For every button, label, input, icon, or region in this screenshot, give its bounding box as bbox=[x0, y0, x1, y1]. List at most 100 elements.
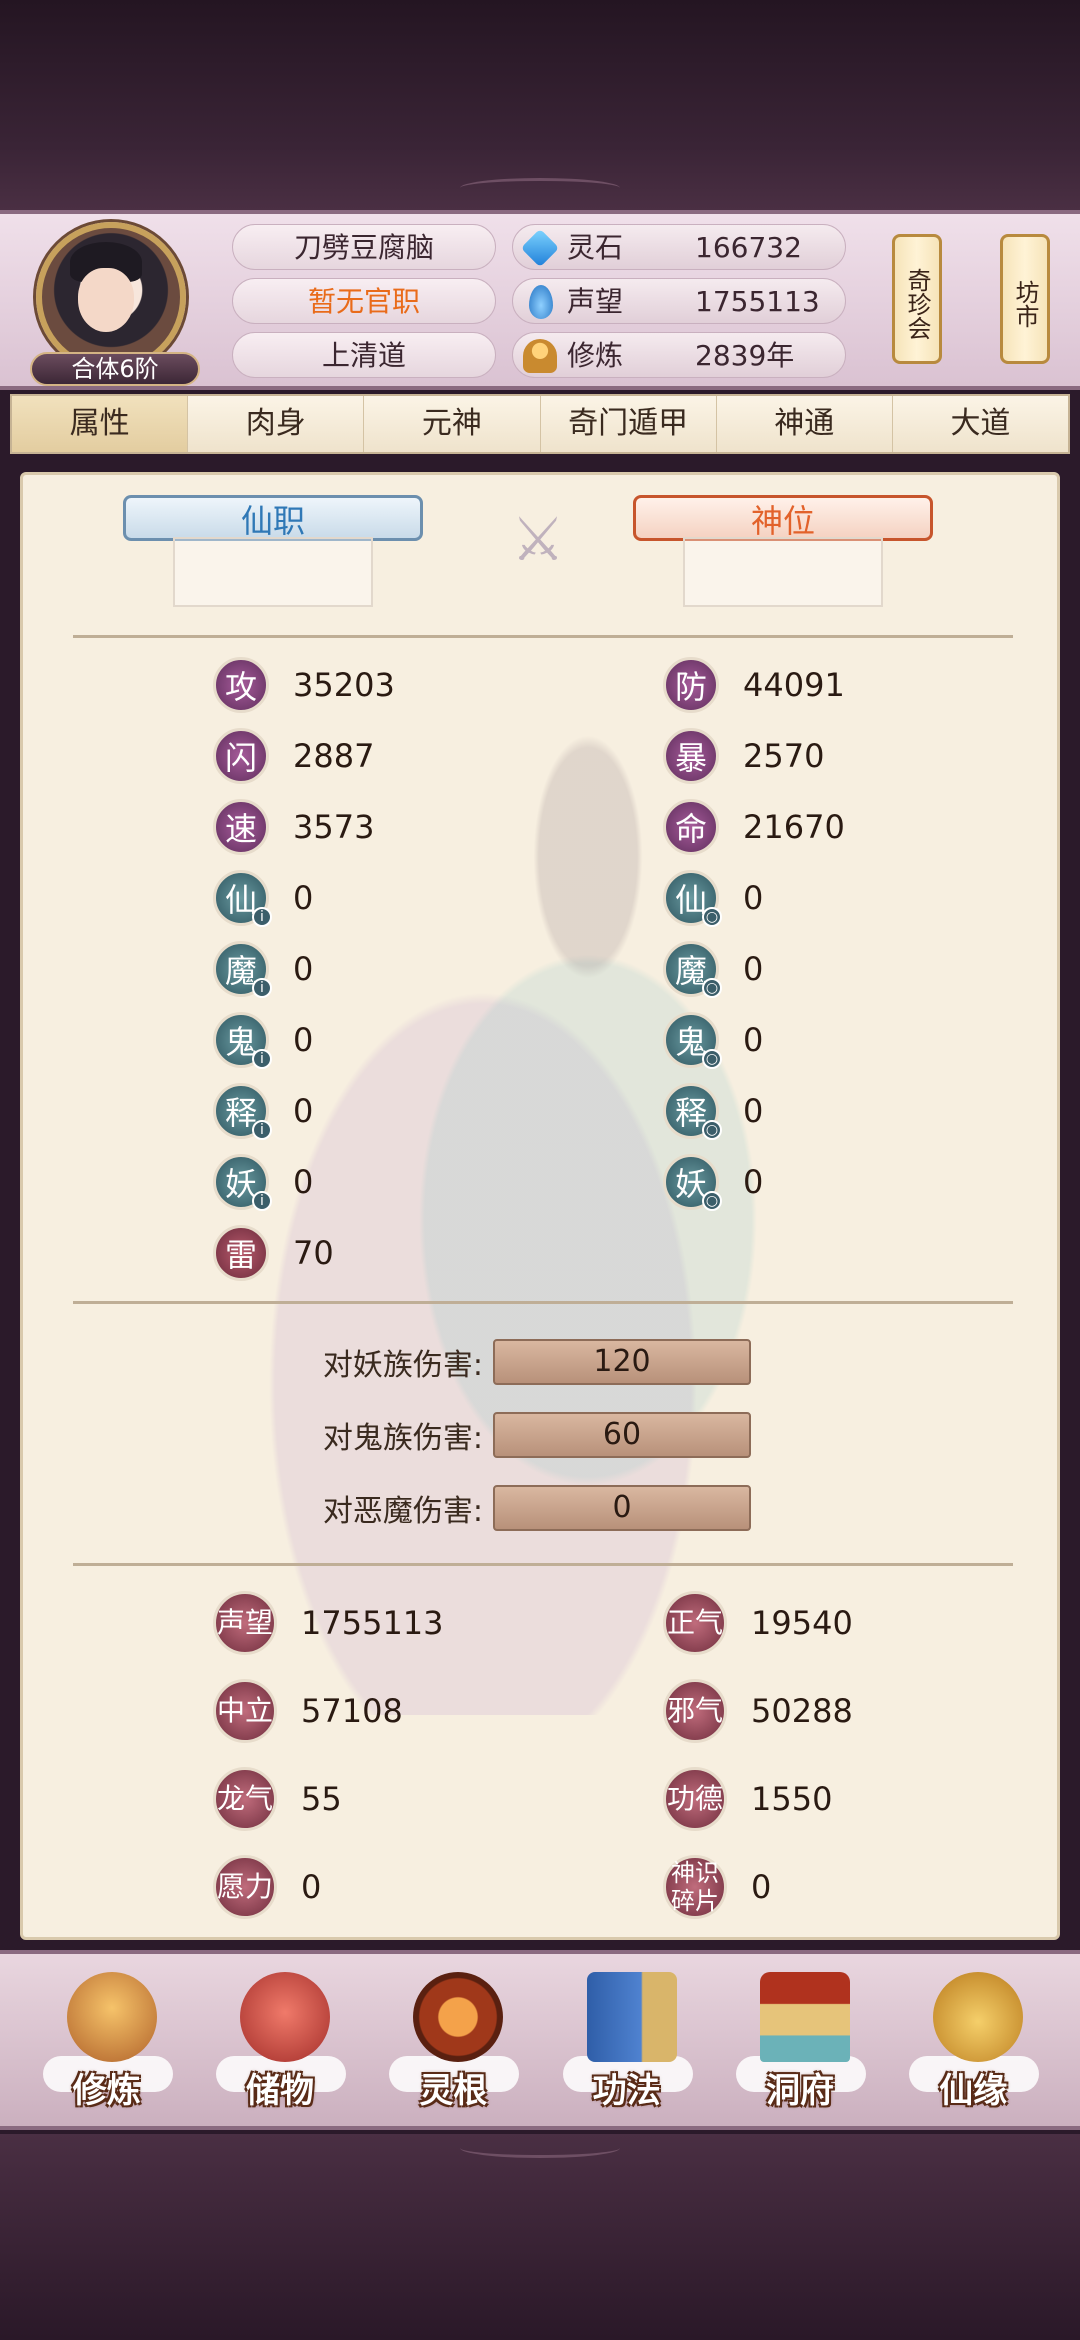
stat-value: 21670 bbox=[743, 808, 845, 846]
rep-vow: 愿力 0 bbox=[213, 1855, 321, 1919]
rep-dragon: 龙气 55 bbox=[213, 1767, 342, 1831]
rep-merit: 功德 1550 bbox=[663, 1767, 832, 1831]
stat-value: 0 bbox=[293, 1092, 314, 1130]
damage-vs-ghost-row: 对鬼族伤害: 60 bbox=[173, 1410, 751, 1460]
shield-dot-icon[interactable]: ○ bbox=[702, 907, 722, 927]
nav-storage[interactable]: 储物 bbox=[200, 1962, 360, 2112]
stat-value: 44091 bbox=[743, 666, 845, 704]
divider bbox=[73, 1301, 1013, 1304]
info-dot-icon[interactable]: i bbox=[252, 907, 272, 927]
divine-rank-box[interactable]: 神位 bbox=[633, 495, 933, 607]
shield-dot-icon[interactable]: ○ bbox=[702, 1191, 722, 1211]
gourd-icon bbox=[933, 1972, 1024, 2062]
tab-soul[interactable]: 元神 bbox=[364, 396, 541, 452]
nav-techniques[interactable]: 功法 bbox=[547, 1962, 707, 2112]
nav-cave-dwelling[interactable]: 洞府 bbox=[720, 1962, 880, 2112]
stat-buddha-defense: 释 ○ 0 bbox=[663, 1083, 764, 1140]
tab-attributes[interactable]: 属性 bbox=[12, 396, 189, 452]
immortal-post-title: 仙职 bbox=[123, 495, 423, 541]
stat-value: 35203 bbox=[293, 666, 395, 704]
stat-value: 0 bbox=[743, 1163, 764, 1201]
stat-value: 0 bbox=[293, 950, 314, 988]
resource-value: 166732 bbox=[695, 231, 802, 264]
bottom-ornament bbox=[460, 2138, 620, 2158]
dragon-qi-icon: 龙气 bbox=[213, 1767, 277, 1831]
divine-rank-title: 神位 bbox=[633, 495, 933, 541]
stat-thunder: 雷 70 bbox=[213, 1225, 334, 1281]
book-icon bbox=[586, 1972, 677, 2062]
thunder-icon: 雷 bbox=[213, 1225, 269, 1281]
damage-value: 120 bbox=[493, 1339, 751, 1385]
nav-cultivate[interactable]: 修炼 bbox=[27, 1962, 187, 2112]
ghost-attack-icon: 鬼i bbox=[213, 1012, 272, 1069]
stat-value: 1755113 bbox=[301, 1604, 444, 1642]
shield-dot-icon[interactable]: ○ bbox=[702, 978, 722, 998]
dodge-icon: 闪 bbox=[213, 728, 269, 784]
neutral-icon: 中立 bbox=[213, 1679, 277, 1743]
nav-spirit-root[interactable]: 灵根 bbox=[373, 1962, 533, 2112]
stat-value: 0 bbox=[743, 950, 764, 988]
stat-immortal-defense: 仙 ○ 0 bbox=[663, 870, 763, 927]
ghost-defense-icon: 鬼 ○ bbox=[663, 1012, 722, 1069]
stat-value: 2887 bbox=[293, 737, 375, 775]
nav-label: 修炼 bbox=[72, 2071, 141, 2111]
immortal-attack-icon: 仙i bbox=[213, 870, 272, 927]
rank-badge: 合体6阶 bbox=[30, 352, 200, 386]
crit-icon: 暴 bbox=[663, 728, 719, 784]
divider bbox=[73, 635, 1013, 638]
tab-qimen[interactable]: 奇门遁甲 bbox=[541, 396, 717, 452]
stat-value: 0 bbox=[743, 1092, 764, 1130]
monk-icon bbox=[66, 1972, 157, 2062]
evil-icon: 邪气 bbox=[663, 1679, 727, 1743]
bazaar-button[interactable]: 坊市 bbox=[1000, 234, 1050, 364]
spirit-root-icon bbox=[413, 1972, 504, 2062]
info-dot-icon[interactable]: i bbox=[252, 978, 272, 998]
crossed-swords-icon: ⚔ bbox=[511, 505, 565, 575]
avatar-frame[interactable]: 合体6阶 bbox=[30, 222, 200, 386]
stat-hp: 命 21670 bbox=[663, 799, 845, 855]
tab-dao[interactable]: 大道 bbox=[893, 396, 1068, 452]
attack-icon: 攻 bbox=[213, 657, 269, 713]
resource-value: 1755113 bbox=[695, 285, 820, 318]
attributes-panel: 仙职 ⚔ 神位 攻 35203 闪 2887 速 3573 仙i 0 魔i 0 … bbox=[20, 472, 1060, 1940]
tab-body[interactable]: 肉身 bbox=[188, 396, 365, 452]
divider bbox=[73, 1563, 1013, 1566]
character-header: 合体6阶 刀劈豆腐脑 暂无官职 上清道 灵石 166732 声望 1755113… bbox=[0, 210, 1080, 390]
stat-value: 0 bbox=[751, 1868, 772, 1906]
nav-label: 功法 bbox=[592, 2071, 661, 2111]
stat-value: 0 bbox=[743, 1021, 764, 1059]
resource-fame: 声望 1755113 bbox=[512, 278, 846, 324]
nav-fate[interactable]: 仙缘 bbox=[893, 1962, 1053, 2112]
stat-value: 70 bbox=[293, 1234, 334, 1272]
speed-icon: 速 bbox=[213, 799, 269, 855]
buddha-defense-icon: 释 ○ bbox=[663, 1083, 722, 1140]
bottom-background bbox=[0, 2134, 1080, 2340]
damage-vs-yao-row: 对妖族伤害: 120 bbox=[173, 1337, 751, 1387]
info-dot-icon[interactable]: i bbox=[252, 1049, 272, 1069]
tab-abilities[interactable]: 神通 bbox=[717, 396, 893, 452]
yao-defense-icon: 妖 ○ bbox=[663, 1154, 722, 1211]
house-icon bbox=[759, 1972, 850, 2062]
cultivation-icon bbox=[523, 339, 557, 373]
buddha-attack-icon: 释i bbox=[213, 1083, 272, 1140]
resource-label: 灵石 bbox=[567, 231, 624, 264]
shield-dot-icon[interactable]: ○ bbox=[702, 1049, 722, 1069]
immortal-post-box[interactable]: 仙职 bbox=[123, 495, 423, 607]
stat-value: 0 bbox=[293, 1021, 314, 1059]
player-name: 刀劈豆腐脑 bbox=[232, 224, 496, 270]
official-title[interactable]: 暂无官职 bbox=[232, 278, 496, 324]
stat-demon-defense: 魔 ○ 0 bbox=[663, 941, 764, 998]
rep-soul-shard: 神识碎片 0 bbox=[663, 1855, 771, 1919]
nav-label: 洞府 bbox=[765, 2071, 834, 2111]
sect-road: 上清道 bbox=[232, 332, 496, 378]
info-dot-icon[interactable]: i bbox=[252, 1191, 272, 1211]
stat-value: 19540 bbox=[751, 1604, 853, 1642]
resource-label: 修炼 bbox=[567, 339, 624, 372]
stat-crit: 暴 2570 bbox=[663, 728, 824, 784]
stat-value: 50288 bbox=[751, 1692, 853, 1730]
shield-dot-icon[interactable]: ○ bbox=[702, 1120, 722, 1140]
info-dot-icon[interactable]: i bbox=[252, 1120, 272, 1140]
stat-attack: 攻 35203 bbox=[213, 657, 395, 713]
treasure-market-button[interactable]: 奇珍会 bbox=[892, 234, 942, 364]
bag-icon bbox=[239, 1972, 330, 2062]
